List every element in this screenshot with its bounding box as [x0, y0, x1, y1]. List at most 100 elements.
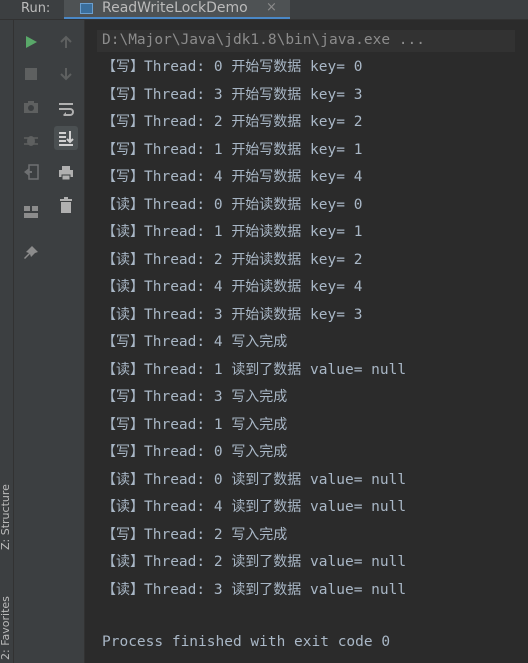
- line-value: key= 4: [301, 169, 363, 185]
- line-thread: Thread: 0: [144, 471, 223, 488]
- line-value: key= 1: [301, 141, 363, 158]
- console-line: 【写】Thread: 1 开始写数据 key= 1: [102, 140, 362, 160]
- next-occurrence-button[interactable]: [54, 62, 78, 86]
- line-message: 写入完成: [231, 444, 288, 460]
- line-tag: 【写】: [102, 86, 144, 103]
- line-message: 开始写数据: [231, 86, 302, 103]
- line-thread: Thread: 1: [144, 361, 223, 378]
- line-tag: 【读】: [102, 361, 144, 378]
- line-tag: 【写】: [102, 114, 144, 130]
- line-tag: 【写】: [102, 59, 144, 75]
- dump-threads-button[interactable]: [19, 95, 43, 119]
- console-line: 【读】Thread: 3 开始读数据 key= 3: [102, 305, 362, 325]
- run-tool-window-header: Run: ReadWriteLockDemo ×: [0, 0, 528, 20]
- tab-title: ReadWriteLockDemo: [102, 0, 248, 16]
- console-line: 【读】Thread: 4 读到了数据 value= null: [102, 497, 406, 517]
- previous-occurrence-button[interactable]: [54, 30, 78, 54]
- favorites-side-tab[interactable]: 2: Favorites: [0, 596, 12, 660]
- line-tag: 【写】: [102, 526, 144, 543]
- line-message: 读到了数据: [231, 471, 302, 488]
- scroll-to-end-icon: [59, 131, 74, 146]
- line-message: 写入完成: [231, 526, 288, 543]
- console-output[interactable]: D:\Major\Java\jdk1.8\bin\java.exe ... 【写…: [85, 20, 528, 663]
- console-line: 【读】Thread: 2 开始读数据 key= 2: [102, 250, 362, 270]
- line-message: 开始写数据: [231, 114, 302, 130]
- structure-side-tab[interactable]: Z: Structure: [0, 484, 12, 550]
- clear-all-button[interactable]: [54, 193, 78, 217]
- camera-icon: [24, 101, 38, 113]
- line-thread: Thread: 2: [144, 526, 223, 543]
- console-line: 【写】Thread: 0 写入完成: [102, 442, 287, 462]
- console-line: 【读】Thread: 0 读到了数据 value= null: [102, 470, 406, 490]
- line-tag: 【写】: [102, 416, 144, 433]
- line-tag: 【读】: [102, 554, 144, 570]
- line-message: 开始读数据: [231, 196, 302, 213]
- console-line: 【写】Thread: 2 写入完成: [102, 525, 287, 545]
- line-thread: Thread: 2: [144, 114, 223, 130]
- console-line: 【读】Thread: 2 读到了数据 value= null: [102, 552, 406, 572]
- up-arrow-icon: [60, 35, 72, 48]
- line-tag: 【读】: [102, 471, 144, 488]
- tab-readwritelockdemo[interactable]: ReadWriteLockDemo ×: [64, 0, 290, 19]
- console-line: 【读】Thread: 0 开始读数据 key= 0: [102, 195, 362, 215]
- line-thread: Thread: 3: [144, 306, 223, 323]
- scroll-to-end-button[interactable]: [54, 126, 78, 150]
- line-message: 开始读数据: [231, 224, 302, 240]
- line-message: 写入完成: [231, 389, 288, 405]
- left-tool-stripe: Z: Structure 2: Favorites: [0, 20, 14, 663]
- line-thread: Thread: 3: [144, 86, 223, 103]
- line-thread: Thread: 4: [144, 334, 223, 350]
- run-config-icon: [80, 3, 93, 14]
- line-thread: Thread: 0: [144, 59, 223, 75]
- run-toolbar: [14, 20, 85, 663]
- console-line: 【写】Thread: 1 写入完成: [102, 415, 287, 435]
- line-message: 开始读数据: [231, 306, 302, 323]
- line-tag: 【读】: [102, 224, 144, 240]
- print-button[interactable]: [54, 161, 78, 185]
- line-value: value= null: [301, 581, 407, 598]
- line-thread: Thread: 0: [144, 196, 223, 213]
- line-thread: Thread: 1: [144, 141, 223, 158]
- line-tag: 【读】: [102, 499, 144, 515]
- line-message: 开始读数据: [231, 279, 302, 295]
- command-line[interactable]: D:\Major\Java\jdk1.8\bin\java.exe ...: [102, 30, 425, 50]
- exit-button[interactable]: [19, 160, 43, 184]
- exit-icon: [24, 164, 39, 180]
- close-icon[interactable]: ×: [266, 0, 277, 15]
- print-icon: [59, 166, 73, 181]
- soft-wrap-icon: [59, 103, 74, 116]
- line-value: key= 3: [301, 86, 363, 103]
- line-thread: Thread: 1: [144, 416, 223, 433]
- down-arrow-icon: [60, 68, 72, 81]
- pin-button[interactable]: [19, 241, 43, 265]
- soft-wrap-button[interactable]: [54, 97, 78, 121]
- line-message: 开始写数据: [231, 169, 302, 185]
- stop-button[interactable]: [19, 62, 43, 86]
- console-line: 【读】Thread: 4 开始读数据 key= 4: [102, 277, 362, 297]
- line-thread: Thread: 2: [144, 554, 223, 570]
- line-thread: Thread: 2: [144, 251, 223, 268]
- debug-icon: [24, 136, 38, 146]
- run-button[interactable]: [19, 30, 43, 54]
- console-line: 【写】Thread: 0 开始写数据 key= 0: [102, 57, 362, 77]
- line-message: 读到了数据: [231, 499, 302, 515]
- stop-icon: [25, 68, 37, 80]
- run-label: Run:: [21, 1, 51, 16]
- line-tag: 【读】: [102, 251, 144, 268]
- line-value: key= 0: [301, 196, 363, 213]
- line-tag: 【写】: [102, 169, 144, 185]
- exit-message: Process finished with exit code 0: [102, 634, 391, 650]
- line-tag: 【读】: [102, 279, 144, 295]
- line-value: key= 3: [301, 306, 363, 323]
- line-message: 写入完成: [231, 416, 288, 433]
- console-line: 【读】Thread: 3 读到了数据 value= null: [102, 580, 406, 600]
- layout-button[interactable]: [19, 200, 43, 224]
- console-line: 【写】Thread: 4 开始写数据 key= 4: [102, 167, 362, 187]
- line-value: value= null: [301, 361, 407, 378]
- run-icon: [26, 36, 37, 48]
- line-tag: 【写】: [102, 334, 144, 350]
- line-value: value= null: [301, 554, 407, 570]
- line-thread: Thread: 3: [144, 581, 223, 598]
- line-thread: Thread: 0: [144, 444, 223, 460]
- debug-button[interactable]: [19, 128, 43, 152]
